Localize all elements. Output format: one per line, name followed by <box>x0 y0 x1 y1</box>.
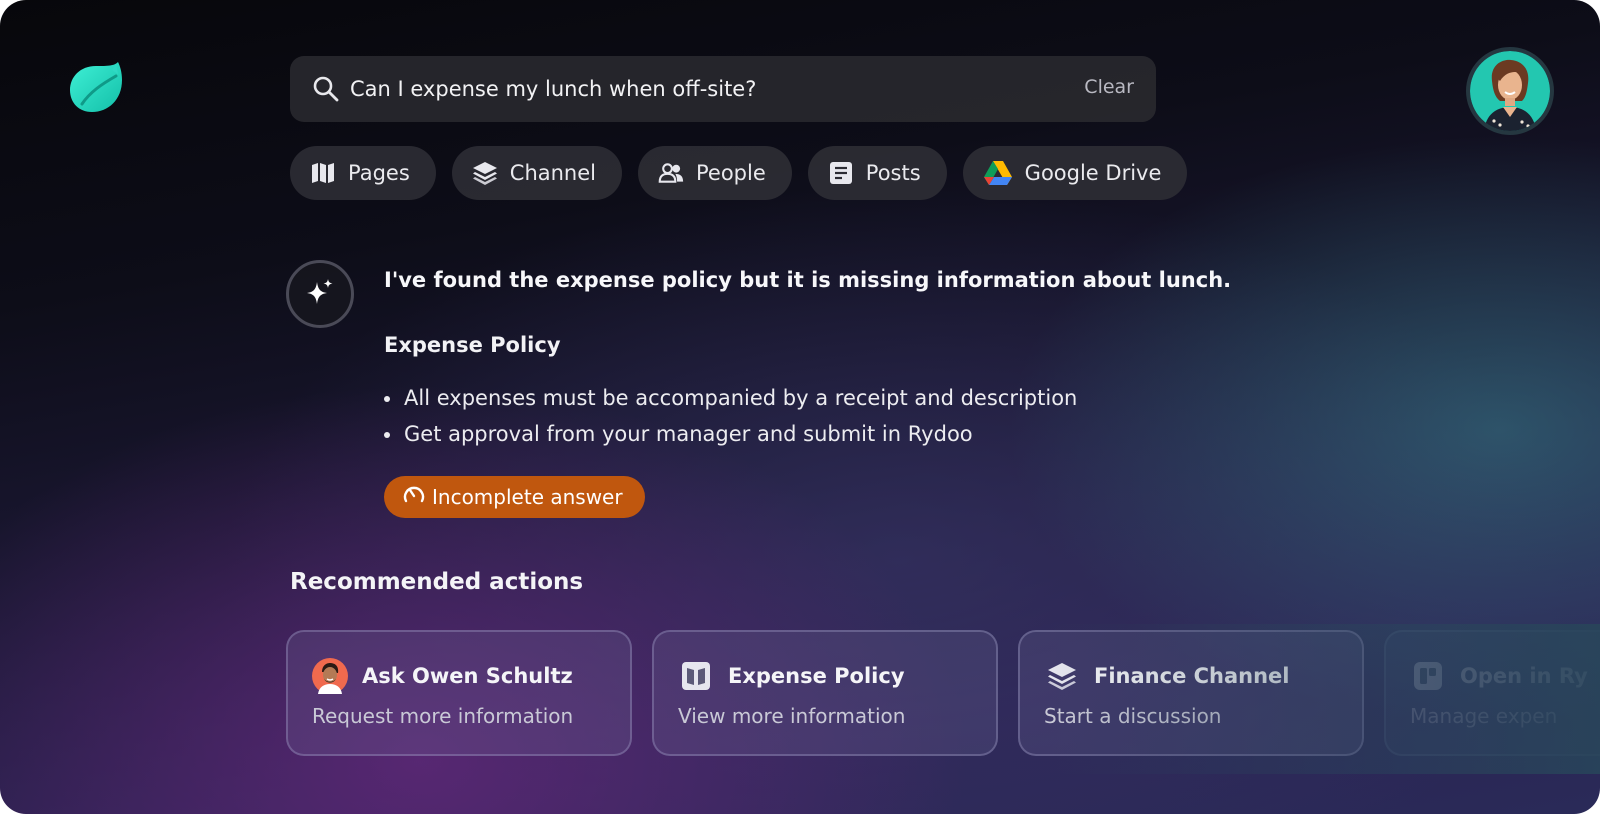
rydoo-app-icon <box>1410 658 1446 694</box>
filter-chip-posts[interactable]: Posts <box>807 146 947 200</box>
people-icon <box>658 160 684 186</box>
filter-chip-label: Channel <box>509 161 596 185</box>
search-icon <box>312 75 340 103</box>
layers-icon <box>1044 658 1080 694</box>
recommended-actions: Ask Owen Schultz Request more informatio… <box>286 630 1600 756</box>
clear-search-button[interactable]: Clear <box>1084 76 1134 98</box>
search-input[interactable] <box>350 68 1050 110</box>
action-card-subtitle: View more information <box>678 704 906 728</box>
filter-chip-label: People <box>696 161 766 185</box>
action-card-open-rydoo[interactable]: Open in Ry Manage expen <box>1384 630 1600 756</box>
action-card-expense-policy[interactable]: Expense Policy View more information <box>652 630 998 756</box>
gauge-icon <box>402 483 426 512</box>
filter-chip-label: Google Drive <box>1024 161 1162 185</box>
ai-assistant-avatar <box>286 260 354 328</box>
filter-chip-channel[interactable]: Channel <box>451 146 622 200</box>
policy-title: Expense Policy <box>384 333 561 357</box>
action-card-subtitle: Manage expen <box>1410 704 1558 728</box>
book-icon <box>310 160 336 186</box>
list-item: All expenses must be accompanied by a re… <box>384 380 1077 416</box>
layers-icon <box>472 160 498 186</box>
action-card-ask-person[interactable]: Ask Owen Schultz Request more informatio… <box>286 630 632 756</box>
policy-bullets: All expenses must be accompanied by a re… <box>384 380 1077 452</box>
document-icon <box>828 160 854 186</box>
filter-chip-label: Posts <box>865 161 921 185</box>
action-card-title: Open in Ry <box>1460 664 1588 688</box>
filter-chip-google-drive[interactable]: Google Drive <box>962 146 1188 200</box>
action-card-title: Expense Policy <box>728 664 905 688</box>
search-bar: Clear <box>290 56 1156 122</box>
filter-chip-pages[interactable]: Pages <box>290 146 436 200</box>
list-item: Get approval from your manager and submi… <box>384 416 1077 452</box>
action-card-subtitle: Start a discussion <box>1044 704 1222 728</box>
status-badge-label: Incomplete answer <box>432 485 623 509</box>
action-card-title: Finance Channel <box>1094 664 1290 688</box>
person-avatar-icon <box>312 658 348 694</box>
action-card-finance-channel[interactable]: Finance Channel Start a discussion <box>1018 630 1364 756</box>
action-card-subtitle: Request more information <box>312 704 574 728</box>
recommended-actions-title: Recommended actions <box>290 569 584 595</box>
answer-headline: I've found the expense policy but it is … <box>384 268 1232 292</box>
filter-chip-label: Pages <box>348 161 410 185</box>
sparkle-icon <box>305 277 335 311</box>
filter-chips: Pages Channel People Posts Google Drive <box>290 146 1188 200</box>
filter-chip-people[interactable]: People <box>638 146 792 200</box>
action-card-title: Ask Owen Schultz <box>362 664 573 688</box>
user-avatar[interactable] <box>1466 47 1554 135</box>
book-icon <box>678 658 714 694</box>
google-drive-icon <box>983 160 1013 186</box>
status-badge: Incomplete answer <box>384 476 645 518</box>
app-window: Clear Pages Channel <box>0 0 1600 814</box>
app-logo-icon[interactable] <box>68 60 126 116</box>
